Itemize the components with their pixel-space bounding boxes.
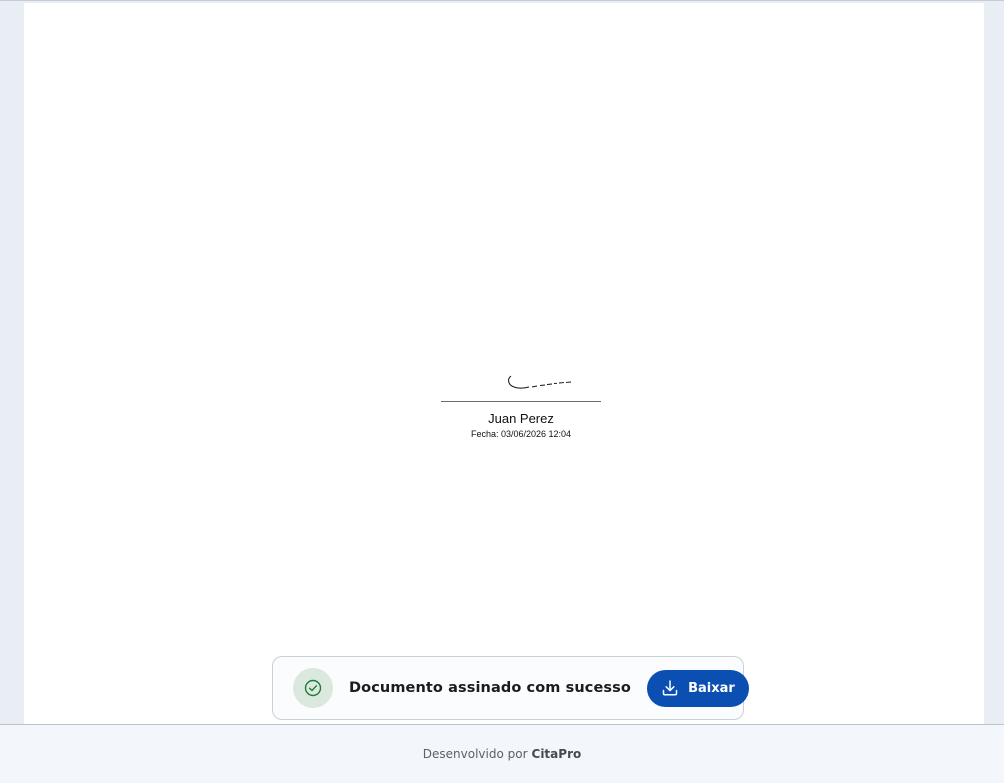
download-button[interactable]: Baixar bbox=[646, 669, 749, 707]
success-toast: Documento assinado com sucesso Baixar bbox=[272, 656, 749, 720]
signature-image bbox=[508, 375, 572, 389]
footer-prefix: Desenvolvido por bbox=[422, 747, 528, 761]
footer-brand: CitaPro bbox=[531, 747, 582, 761]
download-button-label: Baixar bbox=[688, 680, 735, 696]
footer: Desenvolvido por CitaPro bbox=[0, 724, 1004, 783]
document-viewer[interactable]: Juan Perez Fecha: 03/06/2026 12:04 Docum… bbox=[0, 0, 1004, 725]
download-icon bbox=[662, 680, 678, 696]
signature-date: Fecha: 03/06/2026 12:04 bbox=[470, 429, 572, 439]
document-page: Juan Perez Fecha: 03/06/2026 12:04 bbox=[24, 3, 984, 725]
toast-message: Documento assinado com sucesso bbox=[349, 680, 631, 696]
signature-block: Juan Perez Fecha: 03/06/2026 12:04 bbox=[441, 367, 601, 440]
signer-name: Juan Perez bbox=[488, 411, 554, 426]
check-circle-icon bbox=[293, 668, 333, 708]
signature-line bbox=[441, 401, 601, 402]
